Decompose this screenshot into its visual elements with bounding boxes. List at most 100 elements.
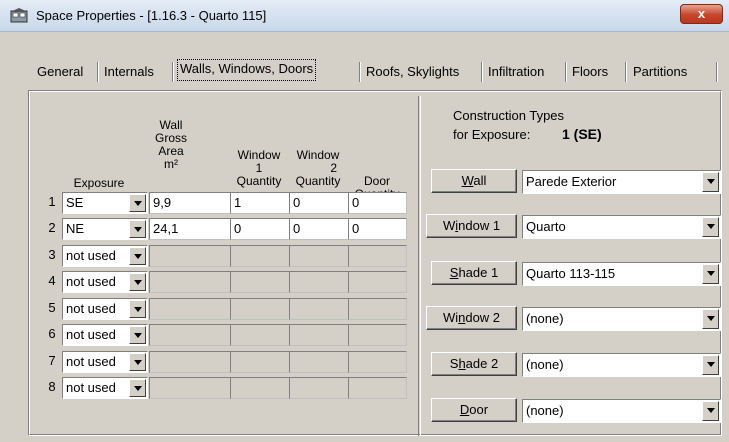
chevron-down-icon[interactable] — [129, 353, 146, 371]
window-1-construction-value: Quarto — [526, 219, 566, 234]
tab-partitions[interactable]: Partitions — [633, 61, 687, 83]
tab-floors[interactable]: Floors — [572, 61, 608, 83]
window-2-quantity-cell — [289, 271, 349, 293]
exposure-value: not used — [66, 380, 116, 395]
window-2-quantity-cell — [289, 245, 349, 267]
tab-infiltration[interactable]: Infiltration — [488, 61, 544, 83]
window-1-construction-select[interactable]: Quarto — [522, 215, 721, 239]
chevron-down-icon[interactable] — [702, 355, 719, 375]
exposure-select[interactable]: not used — [62, 271, 148, 293]
exposure-select[interactable]: SE — [62, 192, 148, 214]
tab-separator — [716, 62, 718, 82]
door-quantity-cell — [348, 377, 407, 399]
chevron-down-icon[interactable] — [702, 309, 719, 329]
tab-separator — [625, 62, 627, 82]
window-1-quantity-cell — [230, 377, 290, 399]
door-quantity-cell[interactable]: 0 — [348, 192, 407, 214]
exposure-value: not used — [66, 354, 116, 369]
wall-area-cell — [149, 377, 231, 399]
exposure-value: NE — [66, 221, 85, 236]
window-2-quantity-cell — [289, 324, 349, 346]
wall-area-cell[interactable]: 24,1 — [149, 218, 231, 240]
tab-roofs-skylights[interactable]: Roofs, Skylights — [366, 61, 459, 83]
wall-button[interactable]: Wall — [431, 169, 517, 193]
wall-area-cell[interactable]: 9,9 — [149, 192, 231, 214]
chevron-down-icon[interactable] — [129, 300, 146, 318]
tab-separator — [565, 62, 567, 82]
chevron-down-icon[interactable] — [129, 220, 146, 238]
tab-separator — [481, 62, 483, 82]
chevron-down-icon[interactable] — [702, 264, 719, 284]
exposure-select[interactable]: not used — [62, 377, 148, 399]
window-2-quantity-cell[interactable]: 0 — [289, 192, 349, 214]
window-1-button-label: W — [442, 218, 456, 233]
title-bar: Space Properties - [1.16.3 - Quarto 115]… — [0, 0, 729, 32]
wall-area-cell — [149, 324, 231, 346]
chevron-down-icon[interactable] — [129, 273, 146, 291]
tab-internals[interactable]: Internals — [104, 61, 154, 83]
shade-1-button[interactable]: Shade 1 — [431, 261, 517, 285]
window-1-quantity-cell — [230, 245, 290, 267]
exposure-select[interactable]: not used — [62, 351, 148, 373]
exposure-select[interactable]: NE — [62, 218, 148, 240]
wall-construction-select[interactable]: Parede Exterior — [522, 170, 721, 194]
door-quantity-cell[interactable]: 0 — [348, 218, 407, 240]
header-wall-gross-area: Wall Gross Area m² — [154, 118, 187, 171]
window-2-quantity-cell — [289, 377, 349, 399]
window-title: Space Properties - [1.16.3 - Quarto 115] — [36, 8, 267, 23]
exposure-value: 1 (SE) — [562, 126, 602, 142]
row-number: 2 — [48, 220, 56, 235]
window-2-quantity-cell — [289, 298, 349, 320]
door-button-label: oor — [469, 402, 489, 417]
shade-2-construction-value: (none) — [526, 357, 564, 372]
tab-walls-windows-doors[interactable]: Walls, Windows, Doors — [177, 59, 317, 81]
close-icon: x — [697, 6, 706, 21]
wall-area-cell — [149, 351, 231, 373]
tab-separator — [97, 62, 99, 82]
window-2-quantity-cell[interactable]: 0 — [289, 218, 349, 240]
window-1-quantity-cell[interactable]: 1 — [230, 192, 290, 214]
header-window-2-quantity: Window 2 Quantity — [295, 148, 341, 188]
row-number: 6 — [48, 326, 56, 341]
chevron-down-icon[interactable] — [129, 247, 146, 265]
for-exposure-label: for Exposure: — [453, 127, 531, 142]
shade-2-construction-select[interactable]: (none) — [522, 353, 721, 377]
tab-separator — [359, 62, 361, 82]
row-number: 8 — [48, 379, 56, 394]
header-exposure: Exposure — [73, 176, 125, 190]
door-construction-select[interactable]: (none) — [522, 399, 721, 423]
door-quantity-cell — [348, 324, 407, 346]
shade-2-button[interactable]: Shade 2 — [431, 352, 517, 376]
shade-1-construction-select[interactable]: Quarto 113-115 — [522, 262, 721, 286]
exposure-select[interactable]: not used — [62, 245, 148, 267]
door-button[interactable]: Door — [431, 398, 517, 422]
exposure-select[interactable]: not used — [62, 324, 148, 346]
chevron-down-icon[interactable] — [129, 194, 146, 212]
exposure-select[interactable]: not used — [62, 298, 148, 320]
window-1-quantity-cell[interactable]: 0 — [230, 218, 290, 240]
wall-area-cell — [149, 298, 231, 320]
window-1-quantity-cell — [230, 271, 290, 293]
chevron-down-icon[interactable] — [129, 379, 146, 397]
exposure-value: not used — [66, 248, 116, 263]
window-2-button[interactable]: Window 2 — [426, 306, 517, 330]
chevron-down-icon[interactable] — [129, 326, 146, 344]
chevron-down-icon[interactable] — [702, 401, 719, 421]
wall-construction-value: Parede Exterior — [526, 174, 617, 189]
wall-button-label: all — [473, 173, 487, 188]
row-number: 4 — [48, 273, 56, 288]
window-2-construction-select[interactable]: (none) — [522, 307, 721, 331]
construction-types-heading: Construction Types — [453, 108, 565, 123]
row-number: 7 — [48, 353, 56, 368]
shade-1-construction-value: Quarto 113-115 — [526, 266, 616, 281]
chevron-down-icon[interactable] — [702, 172, 719, 192]
exposure-value: SE — [66, 195, 84, 210]
close-button[interactable]: x — [680, 4, 723, 24]
row-number: 1 — [48, 194, 56, 209]
exposure-value: not used — [66, 327, 116, 342]
window-1-button[interactable]: Window 1 — [426, 214, 517, 238]
tab-general[interactable]: General — [37, 61, 83, 83]
window-2-quantity-cell — [289, 351, 349, 373]
chevron-down-icon[interactable] — [702, 217, 719, 237]
wall-area-cell — [149, 271, 231, 293]
